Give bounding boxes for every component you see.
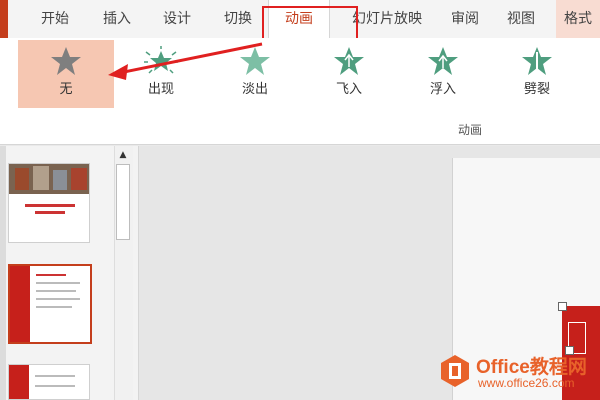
star-none-icon — [51, 47, 81, 75]
scrollbar-thumb[interactable] — [116, 164, 130, 240]
effect-float-in-label: 浮入 — [429, 82, 456, 97]
star-fade-icon — [240, 47, 270, 75]
tab-home[interactable]: 开始 — [26, 0, 84, 38]
office-logo-icon — [441, 355, 469, 387]
star-appear-icon — [144, 46, 178, 74]
star-float-in-icon — [428, 47, 458, 75]
tab-design[interactable]: 设计 — [146, 0, 208, 38]
watermark: Office教程网 www.office26.com — [440, 352, 600, 396]
effect-appear-button[interactable]: 出现 — [126, 40, 196, 108]
effect-none-button[interactable]: 无 — [18, 40, 114, 108]
star-split-icon — [522, 47, 552, 75]
watermark-url: www.office26.com — [478, 376, 575, 390]
effect-float-in-button[interactable]: 浮入 — [408, 40, 478, 108]
effect-fly-in-button[interactable]: 飞入 — [314, 40, 384, 108]
tab-review[interactable]: 审阅 — [440, 0, 490, 38]
effect-fade-label: 淡出 — [241, 82, 268, 97]
tab-insert[interactable]: 插入 — [88, 0, 146, 38]
effect-none-label: 无 — [59, 82, 73, 97]
effect-split-button[interactable]: 劈裂 — [502, 40, 572, 108]
tab-transitions[interactable]: 切换 — [208, 0, 268, 38]
slide-thumbnail[interactable] — [8, 163, 90, 243]
animation-group-label: 动画 — [457, 123, 482, 137]
slide-thumbnail-selected[interactable] — [8, 264, 92, 344]
file-tab-edge[interactable] — [0, 0, 8, 38]
scroll-up-icon[interactable]: ▲ — [114, 148, 132, 162]
tab-format[interactable]: 格式 — [556, 0, 600, 38]
effect-fade-button[interactable]: 淡出 — [220, 40, 290, 108]
effect-split-label: 劈裂 — [523, 82, 550, 97]
pane-edge — [0, 146, 6, 400]
effect-fly-in-label: 飞入 — [335, 82, 362, 97]
star-fly-in-icon — [334, 47, 364, 75]
effect-appear-label: 出现 — [147, 82, 174, 97]
slide-thumbnail[interactable] — [8, 364, 90, 400]
watermark-brand: Office教程网 — [476, 357, 587, 378]
tab-view[interactable]: 视图 — [494, 0, 548, 38]
